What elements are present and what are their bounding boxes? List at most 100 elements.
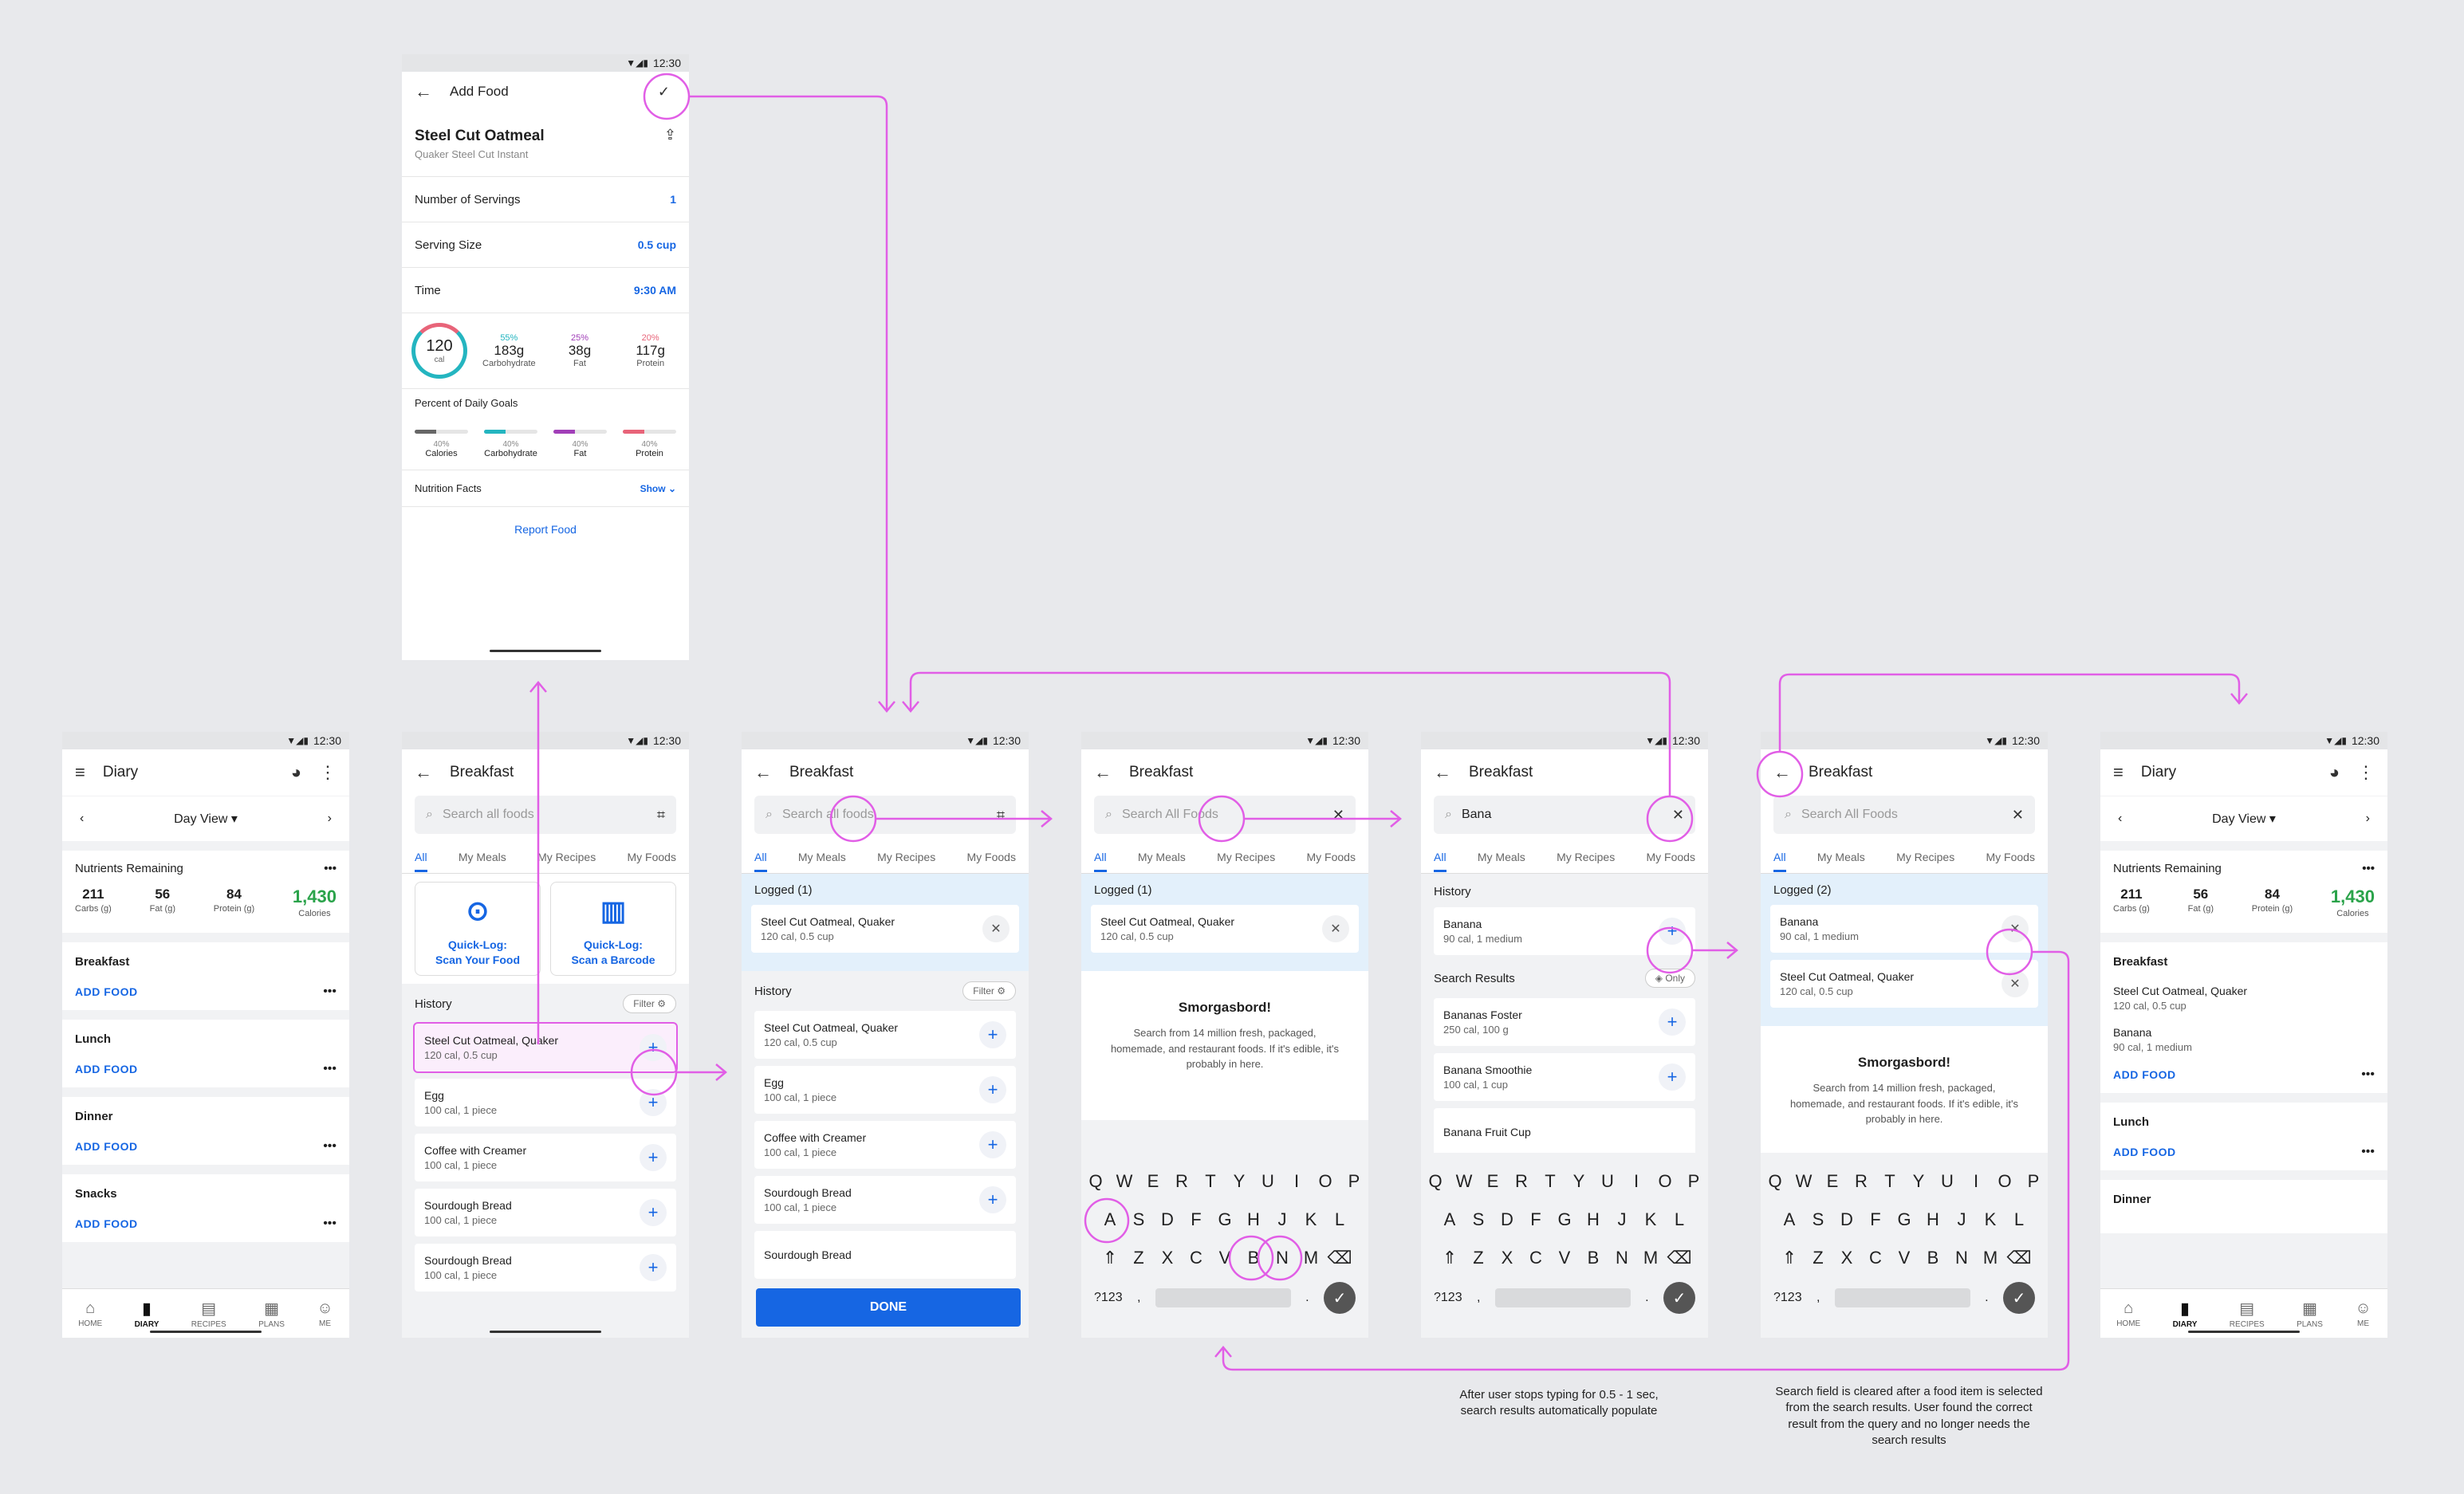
more-horizontal-icon[interactable]: ••• (323, 985, 337, 999)
add-icon[interactable]: + (1659, 918, 1686, 945)
add-food-button[interactable]: ADD FOOD (2113, 1068, 2176, 1081)
list-item[interactable]: Banana 90 cal, 1 medium (2113, 1026, 2375, 1053)
tab-all[interactable]: All (1434, 851, 1447, 872)
list-item[interactable]: Steel Cut Oatmeal, Quaker 120 cal, 0.5 cu… (2113, 985, 2375, 1012)
day-view-select[interactable]: Day View ▾ (174, 811, 238, 827)
tab-all[interactable]: All (1094, 851, 1107, 872)
add-icon[interactable]: + (640, 1034, 667, 1061)
back-arrow-icon[interactable]: ← (1434, 764, 1451, 781)
remove-icon[interactable]: ✕ (1322, 915, 1349, 942)
nav-diary[interactable]: ▮ DIARY (135, 1299, 159, 1329)
check-icon[interactable]: ✓ (1663, 1282, 1695, 1314)
more-vertical-icon[interactable]: ⋮ (2357, 764, 2375, 781)
list-item[interactable]: Egg 100 cal, 1 piece + (754, 1066, 1016, 1114)
tab-my-recipes[interactable]: My Recipes (1217, 851, 1275, 863)
menu-icon[interactable]: ≡ (2113, 764, 2124, 781)
scan-icon[interactable]: ⌗ (997, 807, 1005, 824)
pie-chart-icon[interactable]: ◕ (291, 764, 301, 781)
chevron-left-icon[interactable]: ‹ (80, 812, 84, 826)
clear-icon[interactable]: ✕ (1672, 807, 1684, 824)
back-arrow-icon[interactable]: ← (1094, 764, 1112, 781)
remove-icon[interactable]: ✕ (2002, 970, 2029, 997)
list-item[interactable]: Sourdough Bread (754, 1231, 1016, 1279)
add-icon[interactable]: + (979, 1021, 1006, 1048)
tab-all[interactable]: All (415, 851, 427, 872)
list-item[interactable]: Bananas Foster 250 cal, 100 g + (1434, 998, 1695, 1046)
list-item[interactable]: Egg 100 cal, 1 piece + (415, 1079, 676, 1126)
list-item[interactable]: Banana 90 cal, 1 medium + (1434, 907, 1695, 955)
remove-icon[interactable]: ✕ (982, 915, 1010, 942)
more-vertical-icon[interactable]: ⋮ (319, 764, 337, 781)
time-row[interactable]: Time 9:30 AM (402, 267, 689, 313)
add-food-button[interactable]: ADD FOOD (75, 1063, 138, 1075)
search-input[interactable]: ⌕ Search all foods ⌗ (754, 796, 1016, 834)
backspace-icon[interactable]: ⌫ (1665, 1240, 1694, 1276)
chevron-right-icon[interactable]: › (2366, 812, 2370, 826)
more-horizontal-icon[interactable]: ••• (323, 1217, 337, 1231)
tab-my-meals[interactable]: My Meals (1478, 851, 1525, 863)
chevron-left-icon[interactable]: ‹ (2118, 812, 2122, 826)
clear-icon[interactable]: ✕ (2012, 807, 2024, 824)
list-item[interactable]: Sourdough Bread 100 cal, 1 piece + (415, 1244, 676, 1292)
tab-my-meals[interactable]: My Meals (459, 851, 506, 863)
more-horizontal-icon[interactable]: ••• (2361, 1067, 2375, 1082)
back-arrow-icon[interactable]: ← (754, 764, 772, 781)
more-horizontal-icon[interactable]: ••• (2362, 862, 2375, 875)
list-item[interactable]: Banana Smoothie 100 cal, 1 cup + (1434, 1053, 1695, 1101)
more-horizontal-icon[interactable]: ••• (324, 862, 337, 875)
add-icon[interactable]: + (1659, 1008, 1686, 1036)
logged-item[interactable]: Steel Cut Oatmeal, Quaker 120 cal, 0.5 cu… (1770, 960, 2038, 1008)
list-item[interactable]: Coffee with Creamer 100 cal, 1 piece + (415, 1134, 676, 1181)
check-icon[interactable]: ✓ (658, 85, 670, 99)
tab-my-meals[interactable]: My Meals (1138, 851, 1186, 863)
shift-icon[interactable]: ⇑ (1775, 1240, 1804, 1276)
search-input[interactable]: ⌕ Search all foods ⌗ (415, 796, 676, 834)
nav-recipes[interactable]: ▤ RECIPES (191, 1299, 226, 1329)
nav-home[interactable]: ⌂ HOME (78, 1299, 102, 1328)
done-button[interactable]: DONE (756, 1288, 1021, 1327)
more-horizontal-icon[interactable]: ••• (323, 1139, 337, 1154)
backspace-icon[interactable]: ⌫ (1325, 1240, 1354, 1276)
add-icon[interactable]: + (979, 1076, 1006, 1103)
add-icon[interactable]: + (979, 1131, 1006, 1158)
scan-icon[interactable]: ⌗ (657, 807, 665, 824)
nav-diary[interactable]: ▮ DIARY (2173, 1299, 2198, 1329)
nav-home[interactable]: ⌂ HOME (2116, 1299, 2140, 1328)
filter-button[interactable]: Filter ⚙ (623, 994, 676, 1013)
tab-my-recipes[interactable]: My Recipes (537, 851, 596, 863)
quick-log-scan-barcode[interactable]: ▥ Quick-Log: Scan a Barcode (550, 882, 676, 976)
nav-plans[interactable]: ▦ PLANS (258, 1299, 285, 1329)
tab-my-foods[interactable]: My Foods (1307, 851, 1356, 863)
logged-item[interactable]: Steel Cut Oatmeal, Quaker 120 cal, 0.5 cu… (751, 905, 1019, 953)
space-key[interactable] (1834, 1288, 1970, 1307)
tab-all[interactable]: All (754, 851, 767, 872)
backspace-icon[interactable]: ⌫ (2005, 1240, 2033, 1276)
report-food-link[interactable]: Report Food (402, 506, 689, 536)
space-key[interactable] (1155, 1288, 1291, 1307)
chevron-right-icon[interactable]: › (328, 812, 332, 826)
tab-my-foods[interactable]: My Foods (628, 851, 676, 863)
clear-icon[interactable]: ✕ (1332, 807, 1344, 824)
quick-log-scan-food[interactable]: ⊙ Quick-Log: Scan Your Food (415, 882, 541, 976)
search-input[interactable]: ⌕ Search All Foods ✕ (1773, 796, 2035, 834)
add-food-button[interactable]: ADD FOOD (75, 1217, 138, 1230)
space-key[interactable] (1494, 1288, 1631, 1307)
logged-item[interactable]: Banana 90 cal, 1 medium ✕ (1770, 905, 2038, 953)
tab-my-meals[interactable]: My Meals (798, 851, 846, 863)
logged-item[interactable]: Steel Cut Oatmeal, Quaker 120 cal, 0.5 cu… (1091, 905, 1359, 953)
nav-recipes[interactable]: ▤ RECIPES (2230, 1299, 2265, 1329)
back-arrow-icon[interactable]: ← (415, 764, 432, 781)
tab-my-recipes[interactable]: My Recipes (1557, 851, 1615, 863)
nav-me[interactable]: ☺ ME (317, 1299, 333, 1328)
nav-me[interactable]: ☺ ME (2355, 1299, 2371, 1328)
add-icon[interactable]: + (640, 1199, 667, 1226)
list-item[interactable]: Steel Cut Oatmeal, Quaker 120 cal, 0.5 cu… (413, 1022, 678, 1073)
pie-chart-icon[interactable]: ◕ (2329, 764, 2340, 781)
add-icon[interactable]: + (640, 1089, 667, 1116)
search-input[interactable]: ⌕ Search All Foods ✕ (1094, 796, 1356, 834)
back-arrow-icon[interactable]: ← (415, 83, 432, 100)
only-filter-button[interactable]: ◈ Only (1644, 969, 1695, 988)
add-icon[interactable]: + (979, 1186, 1006, 1213)
tab-my-foods[interactable]: My Foods (1647, 851, 1695, 863)
check-icon[interactable]: ✓ (2003, 1282, 2035, 1314)
